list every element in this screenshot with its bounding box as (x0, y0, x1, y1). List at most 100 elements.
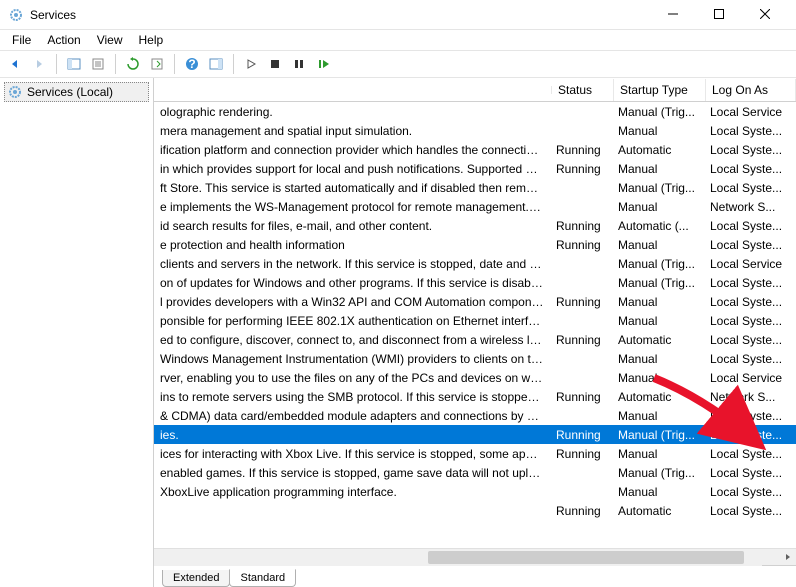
cell-status: Running (550, 142, 612, 158)
table-row[interactable]: ification platform and connection provid… (154, 140, 796, 159)
table-row[interactable]: XboxLive application programming interfa… (154, 482, 796, 501)
cell-startup-type: Manual (612, 484, 704, 500)
cell-log-on-as: Local Syste... (704, 351, 796, 367)
cell-startup-type: Manual (612, 370, 704, 386)
refresh-button[interactable] (122, 53, 144, 75)
tree-label: Services (Local) (27, 85, 113, 99)
table-row[interactable]: l provides developers with a Win32 API a… (154, 292, 796, 311)
restart-service-button[interactable] (312, 53, 334, 75)
cell-description: rver, enabling you to use the files on a… (154, 370, 550, 386)
service-list[interactable]: olographic rendering.Manual (Trig...Loca… (154, 102, 796, 548)
back-button[interactable] (4, 53, 26, 75)
cell-description: ed to configure, discover, connect to, a… (154, 332, 550, 348)
close-button[interactable] (742, 0, 788, 29)
cell-log-on-as: Local Syste... (704, 237, 796, 253)
cell-status: Running (550, 389, 612, 405)
tab-standard[interactable]: Standard (229, 569, 296, 587)
table-row[interactable]: clients and servers in the network. If t… (154, 254, 796, 273)
show-hide-action-pane-button[interactable] (205, 53, 227, 75)
cell-startup-type: Manual (612, 161, 704, 177)
table-row[interactable]: ies.RunningManual (Trig...Local Syste... (154, 425, 796, 444)
cell-status: Running (550, 503, 612, 519)
table-row[interactable]: ices for interacting with Xbox Live. If … (154, 444, 796, 463)
table-row[interactable]: e protection and health informationRunni… (154, 235, 796, 254)
col-startup-type[interactable]: Startup Type (614, 79, 706, 101)
table-row[interactable]: Windows Management Instrumentation (WMI)… (154, 349, 796, 368)
table-row[interactable]: e implements the WS-Management protocol … (154, 197, 796, 216)
cell-status (550, 206, 612, 208)
cell-startup-type: Manual (Trig... (612, 180, 704, 196)
start-service-button[interactable] (240, 53, 262, 75)
maximize-button[interactable] (696, 0, 742, 29)
cell-log-on-as: Local Service (704, 256, 796, 272)
cell-description: ponsible for performing IEEE 802.1X auth… (154, 313, 550, 329)
tab-extended[interactable]: Extended (162, 570, 230, 587)
cell-startup-type: Automatic (612, 332, 704, 348)
table-row[interactable]: on of updates for Windows and other prog… (154, 273, 796, 292)
table-row[interactable]: RunningAutomaticLocal Syste... (154, 501, 796, 520)
cell-description: e implements the WS-Management protocol … (154, 199, 550, 215)
table-row[interactable]: ponsible for performing IEEE 802.1X auth… (154, 311, 796, 330)
cell-status: Running (550, 161, 612, 177)
table-row[interactable]: rver, enabling you to use the files on a… (154, 368, 796, 387)
pause-service-button[interactable] (288, 53, 310, 75)
export-list-button[interactable] (146, 53, 168, 75)
table-row[interactable]: ed to configure, discover, connect to, a… (154, 330, 796, 349)
window-title: Services (30, 8, 650, 22)
menu-file[interactable]: File (6, 31, 37, 49)
stop-service-button[interactable] (264, 53, 286, 75)
cell-startup-type: Manual (Trig... (612, 465, 704, 481)
table-row[interactable]: & CDMA) data card/embedded module adapte… (154, 406, 796, 425)
services-app-icon (8, 7, 24, 23)
cell-log-on-as: Local Syste... (704, 218, 796, 234)
cell-log-on-as: Local Service (704, 370, 796, 386)
table-row[interactable]: ft Store. This service is started automa… (154, 178, 796, 197)
cell-description: & CDMA) data card/embedded module adapte… (154, 408, 550, 424)
table-row[interactable]: mera management and spatial input simula… (154, 121, 796, 140)
cell-status (550, 130, 612, 132)
table-row[interactable]: olographic rendering.Manual (Trig...Loca… (154, 102, 796, 121)
cell-status: Running (550, 218, 612, 234)
cell-status: Running (550, 294, 612, 310)
cell-startup-type: Manual (612, 199, 704, 215)
scrollbar-thumb[interactable] (428, 551, 744, 564)
cell-status (550, 187, 612, 189)
cell-startup-type: Automatic (612, 503, 704, 519)
table-row[interactable]: id search results for files, e-mail, and… (154, 216, 796, 235)
cell-log-on-as: Local Syste... (704, 294, 796, 310)
cell-log-on-as: Local Syste... (704, 503, 796, 519)
cell-startup-type: Manual (Trig... (612, 275, 704, 291)
cell-status (550, 358, 612, 360)
tree-services-local[interactable]: Services (Local) (4, 82, 149, 102)
console-tree: Services (Local) (0, 78, 154, 587)
cell-startup-type: Manual (612, 351, 704, 367)
cell-description: Windows Management Instrumentation (WMI)… (154, 351, 550, 367)
cell-log-on-as: Local Syste... (704, 446, 796, 462)
scrollbar-right-arrow[interactable] (779, 549, 796, 566)
minimize-button[interactable] (650, 0, 696, 29)
table-row[interactable]: enabled games. If this service is stoppe… (154, 463, 796, 482)
help-button[interactable]: ? (181, 53, 203, 75)
show-hide-console-tree-button[interactable] (63, 53, 85, 75)
cell-description: ins to remote servers using the SMB prot… (154, 389, 550, 405)
cell-description: id search results for files, e-mail, and… (154, 218, 550, 234)
properties-button[interactable] (87, 53, 109, 75)
cell-startup-type: Manual (612, 123, 704, 139)
col-log-on-as[interactable]: Log On As (706, 79, 796, 101)
horizontal-scrollbar[interactable] (154, 548, 796, 565)
cell-status (550, 472, 612, 474)
table-row[interactable]: ins to remote servers using the SMB prot… (154, 387, 796, 406)
menu-view[interactable]: View (91, 31, 129, 49)
services-tree-icon (7, 84, 23, 100)
cell-startup-type: Automatic (... (612, 218, 704, 234)
cell-log-on-as: Local Syste... (704, 484, 796, 500)
table-row[interactable]: in which provides support for local and … (154, 159, 796, 178)
cell-description: l provides developers with a Win32 API a… (154, 294, 550, 310)
menu-action[interactable]: Action (41, 31, 86, 49)
col-status[interactable]: Status (552, 79, 614, 101)
cell-status (550, 263, 612, 265)
col-description[interactable] (154, 86, 552, 94)
cell-description: e protection and health information (154, 237, 550, 253)
menu-help[interactable]: Help (133, 31, 170, 49)
forward-button[interactable] (28, 53, 50, 75)
